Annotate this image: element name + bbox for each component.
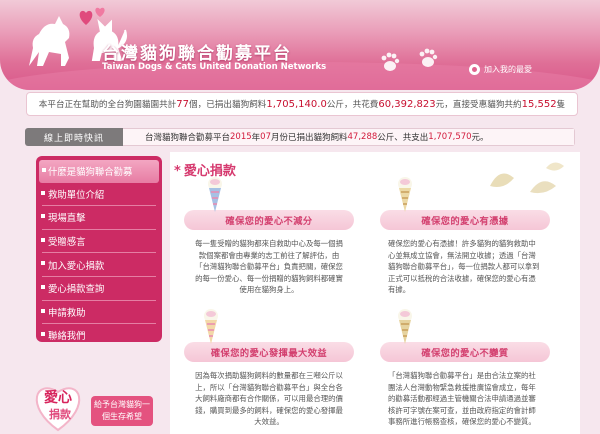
- sidebar-item-donation-query[interactable]: 愛心捐款查詢: [36, 277, 162, 300]
- news-year: 2015: [230, 132, 252, 142]
- badge-text-love: 愛心: [44, 389, 72, 406]
- news-text: 元。: [471, 133, 489, 143]
- page-title: 愛心捐款: [174, 160, 236, 179]
- stats-text: 個，已捐出貓狗飼料: [189, 100, 267, 110]
- news-label: 線上即時快訊: [25, 128, 123, 146]
- news-spend: 1,707,570: [428, 132, 472, 142]
- news-text: 年: [251, 133, 261, 143]
- news-text: 月份已捐出貓狗飼料: [271, 133, 348, 143]
- ice-cream-icon: [398, 177, 412, 212]
- sidebar-nav: 什麼是貓狗聯合勸募 救助單位介紹 現場直擊 受贈感言 加入愛心捐款 愛心捐款查詢…: [36, 156, 162, 342]
- news-month: 07: [260, 132, 271, 142]
- paw-prints-icon: [381, 48, 438, 71]
- card-no-deterioration: 確保您的愛心不變質 「台灣貓狗聯合勸募平台」是由合法立案的社團法人台灣動物緊急救…: [380, 309, 550, 428]
- sidebar-item-contact[interactable]: 聯絡我們: [36, 324, 162, 347]
- sidebar-item-donate[interactable]: 加入愛心捐款: [36, 253, 162, 276]
- site-title: 台灣貓狗聯合勸募平台: [102, 44, 292, 64]
- site-header: 台灣貓狗聯合勸募平台 Taiwan Dogs & Cats United Don…: [0, 0, 600, 90]
- sidebar-item-about[interactable]: 什麼是貓狗聯合勸募: [39, 160, 159, 183]
- card-body: 因為每次捐助貓狗飼料的數量都在三噸公斤以上，所以「台灣貓狗聯合勸募平台」與全台各…: [195, 371, 343, 427]
- stats-text: 公斤，共花費: [326, 100, 379, 110]
- stats-text: 本平台正在幫助的全台狗園貓園共計: [38, 100, 177, 110]
- news-feed-kg: 47,288: [347, 132, 378, 142]
- sidebar-item-rescue-units[interactable]: 救助單位介紹: [36, 183, 162, 206]
- leaves-decoration-icon: [490, 162, 564, 194]
- favorite-label: 加入我的最愛: [484, 65, 532, 74]
- card-with-receipt: 確保您的愛心有憑據 確保您的愛心有憑據！許多貓狗的貓狗救助中心並無成立協會，無法…: [380, 177, 550, 296]
- news-ticker[interactable]: 台灣貓狗聯合勸募平台 2015 年 07 月份已捐出貓狗飼料 47,288 公斤…: [123, 128, 575, 146]
- ice-cream-icon: [204, 309, 218, 344]
- sidebar-item-thanks[interactable]: 受贈感言: [36, 230, 162, 253]
- sidebar-item-apply-aid[interactable]: 申請救助: [36, 301, 162, 324]
- card-body: 每一隻受贈的貓狗都來自救助中心及每一個捐款個案都會由專業的志工前往了解評估，由「…: [195, 239, 343, 295]
- stats-text: 元，直接受惠貓狗共約: [435, 100, 522, 110]
- site-title-english: Taiwan Dogs & Cats United Donation Netwo…: [102, 62, 327, 72]
- ice-cream-icon: [398, 309, 412, 344]
- card-max-effect: 確保您的愛心發揮最大效益 因為每次捐助貓狗飼料的數量都在三噸公斤以上，所以「台灣…: [184, 309, 354, 428]
- card-body: 確保您的愛心有憑據！許多貓狗的貓狗救助中心並無成立協會，無法開立收據；透過「台灣…: [388, 239, 540, 295]
- stats-feed-kg: 1,705,140.0: [266, 98, 327, 110]
- stats-total-cost: 60,392,823: [378, 98, 436, 110]
- donation-stats-bar: 本平台正在幫助的全台狗園貓園共計 77 個，已捐出貓狗飼料 1,705,140.…: [26, 92, 578, 116]
- badge-text-donate: 捐款: [49, 407, 72, 421]
- donate-badge-icon[interactable]: 愛心 捐款: [30, 372, 86, 434]
- hope-button[interactable]: 給予台灣貓狗一個生存希望: [91, 396, 153, 426]
- add-favorite-link[interactable]: 加入我的最愛: [469, 64, 532, 75]
- stats-animal-count: 15,552: [521, 98, 557, 110]
- card-no-reduction: 確保您的愛心不減分 每一隻受贈的貓狗都來自救助中心及每一個捐款個案都會由專業的志…: [184, 177, 354, 296]
- card-body: 「台灣貓狗聯合勸募平台」是由合法立案的社團法人台灣動物緊急救援推廣協會成立，每年…: [388, 371, 536, 427]
- stats-text: 隻: [556, 100, 566, 110]
- stats-shelter-count: 77: [176, 98, 190, 110]
- news-text: 台灣貓狗聯合勸募平台: [145, 133, 231, 143]
- live-news-bar: 線上即時快訊 台灣貓狗聯合勸募平台 2015 年 07 月份已捐出貓狗飼料 47…: [25, 128, 575, 146]
- ice-cream-icon: [208, 177, 222, 212]
- news-text: 公斤、共支出: [377, 133, 429, 143]
- hearts-icon: [79, 7, 105, 25]
- favorite-icon: [469, 64, 480, 75]
- main-content: 愛心捐款 確保您的愛心不減分 每一隻受贈的貓狗都來自救助中心及每一個捐款個案都會…: [170, 152, 580, 434]
- sidebar-item-onsite[interactable]: 現場直擊: [36, 206, 162, 229]
